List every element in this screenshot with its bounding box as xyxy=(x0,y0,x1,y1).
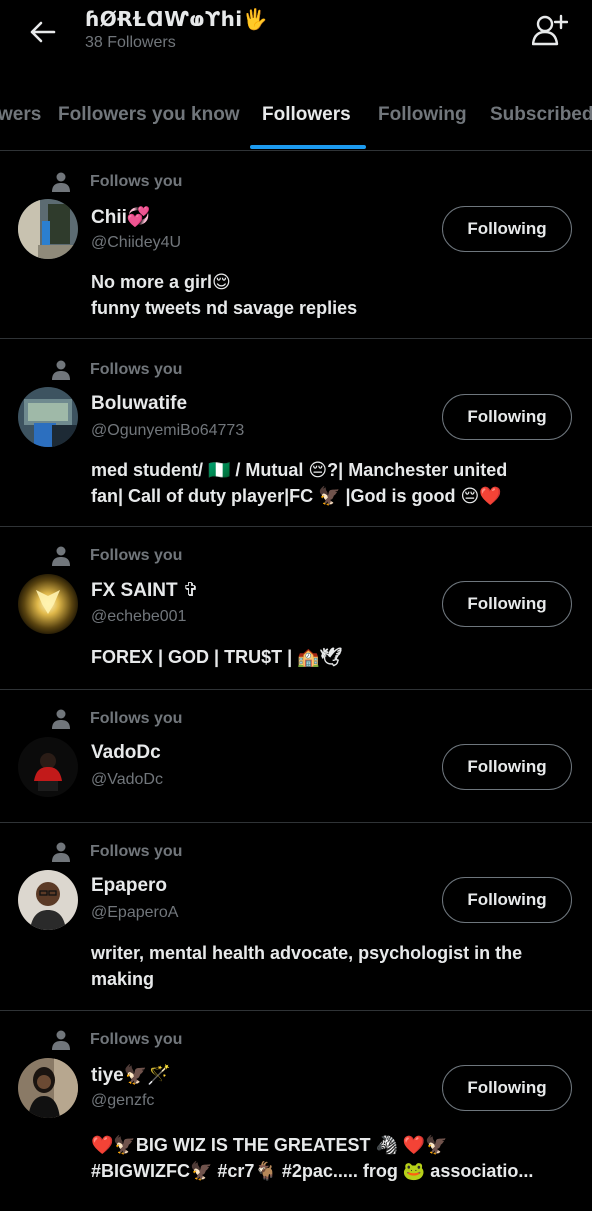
follows-you-row: Follows you xyxy=(50,708,182,730)
avatar[interactable] xyxy=(18,870,78,930)
follows-you-row: Follows you xyxy=(50,359,182,381)
list-item[interactable]: Follows you Epapero @EpaperoA Following … xyxy=(0,823,592,1011)
avatar[interactable] xyxy=(18,387,78,447)
follows-you-label: Follows you xyxy=(90,710,183,727)
follow-user-button[interactable] xyxy=(528,10,572,50)
user-bio: med student/ 🇳🇬 / Mutual 😔?| Manchester … xyxy=(91,457,564,509)
follows-you-row: Follows you xyxy=(50,545,182,567)
person-plus-icon xyxy=(532,14,568,46)
user-handle[interactable]: @echebe001 xyxy=(91,608,186,626)
following-button[interactable]: Following xyxy=(442,1065,572,1111)
following-button[interactable]: Following xyxy=(442,744,572,790)
arrow-left-icon xyxy=(30,21,56,43)
followers-count: 38 Followers xyxy=(85,34,176,51)
tab-followers-you-know[interactable]: Followers you know xyxy=(58,104,240,126)
user-handle[interactable]: @Chiidey4U xyxy=(91,234,181,252)
following-button[interactable]: Following xyxy=(442,394,572,440)
avatar[interactable] xyxy=(18,737,78,797)
follows-you-label: Follows you xyxy=(90,843,183,860)
top-app-bar: ɦØɌⱢⱭⱲⱷϒhi🖐 38 Followers xyxy=(0,0,592,80)
follows-you-row: Follows you xyxy=(50,1029,182,1051)
tab-bar: wers Followers you know Followers Follow… xyxy=(0,80,592,151)
follows-you-label: Follows you xyxy=(90,547,183,564)
list-item[interactable]: Follows you Boluwatife @OgunyemiBo64773 … xyxy=(0,339,592,527)
person-icon xyxy=(50,708,72,730)
bio-line: med student/ 🇳🇬 / Mutual 😔?| Manchester … xyxy=(91,460,508,480)
tab-following[interactable]: Following xyxy=(378,104,467,126)
tab-subscribed[interactable]: Subscribed xyxy=(490,104,592,126)
bio-line: writer, mental health advocate, psycholo… xyxy=(91,943,523,963)
user-display-name[interactable]: VadoDc xyxy=(91,742,161,764)
bio-line: ❤️🦅BIG WIZ IS THE GREATEST 🦓 ❤️🦅 xyxy=(91,1135,448,1155)
follows-you-row: Follows you xyxy=(50,171,182,193)
user-handle[interactable]: @VadoDc xyxy=(91,771,163,789)
list-item[interactable]: Follows you FX SAINT ✞ @echebe001 Follow… xyxy=(0,527,592,690)
bio-line: FOREX | GOD | TRU$T | 🏫🕊 xyxy=(91,647,343,667)
person-icon xyxy=(50,1029,72,1051)
user-handle[interactable]: @EpaperoA xyxy=(91,904,178,922)
avatar[interactable] xyxy=(18,199,78,259)
profile-display-name: ɦØɌⱢⱭⱲⱷϒhi🖐 xyxy=(85,7,269,31)
user-handle[interactable]: @genzfc xyxy=(91,1092,154,1110)
bio-line: fan| Call of duty player|FC 🦅 |God is go… xyxy=(91,486,502,506)
user-display-name[interactable]: FX SAINT ✞ xyxy=(91,579,199,602)
person-icon xyxy=(50,359,72,381)
list-item[interactable]: Follows you tiye🦅🪄 @genzfc Following ❤️🦅… xyxy=(0,1011,592,1211)
list-item[interactable]: Follows you Chii💞 @Chiidey4U Following N… xyxy=(0,151,592,339)
user-display-name[interactable]: Epapero xyxy=(91,875,167,897)
follows-you-label: Follows you xyxy=(90,361,183,378)
bio-line: making xyxy=(91,969,155,989)
list-item[interactable]: Follows you VadoDc @VadoDc Following xyxy=(0,690,592,823)
person-icon xyxy=(50,171,72,193)
avatar[interactable] xyxy=(18,574,78,634)
following-button[interactable]: Following xyxy=(442,206,572,252)
person-icon xyxy=(50,545,72,567)
tab-followers[interactable]: Followers xyxy=(262,104,351,126)
profile-header: ɦØɌⱢⱭⱲⱷϒhi🖐 38 Followers xyxy=(85,7,268,52)
user-bio: ❤️🦅BIG WIZ IS THE GREATEST 🦓 ❤️🦅 #BIGWIZ… xyxy=(91,1132,564,1184)
bio-line: funny tweets nd savage replies xyxy=(91,298,358,318)
user-handle[interactable]: @OgunyemiBo64773 xyxy=(91,422,244,440)
bio-line: #BIGWIZFC🦅 #cr7🐐 #2pac..... frog 🐸 assoc… xyxy=(91,1161,534,1181)
user-bio: No more a girl😌 funny tweets nd savage r… xyxy=(91,269,564,321)
user-bio: FOREX | GOD | TRU$T | 🏫🕊 xyxy=(91,644,564,670)
person-icon xyxy=(50,841,72,863)
user-display-name[interactable]: tiye🦅🪄 xyxy=(91,1063,171,1087)
user-display-name[interactable]: Chii💞 xyxy=(91,205,151,229)
bio-line: No more a girl😌 xyxy=(91,272,231,292)
follows-you-label: Follows you xyxy=(90,173,183,190)
following-button[interactable]: Following xyxy=(442,877,572,923)
active-tab-indicator xyxy=(250,145,366,149)
follows-you-label: Follows you xyxy=(90,1031,183,1048)
following-button[interactable]: Following xyxy=(442,581,572,627)
follows-you-row: Follows you xyxy=(50,841,182,863)
tab-verified-followers[interactable]: wers xyxy=(0,104,41,126)
back-button[interactable] xyxy=(20,14,64,50)
followers-list: Follows you Chii💞 @Chiidey4U Following N… xyxy=(0,151,592,1211)
avatar[interactable] xyxy=(18,1058,78,1118)
user-bio: writer, mental health advocate, psycholo… xyxy=(91,940,564,992)
user-display-name[interactable]: Boluwatife xyxy=(91,393,187,415)
